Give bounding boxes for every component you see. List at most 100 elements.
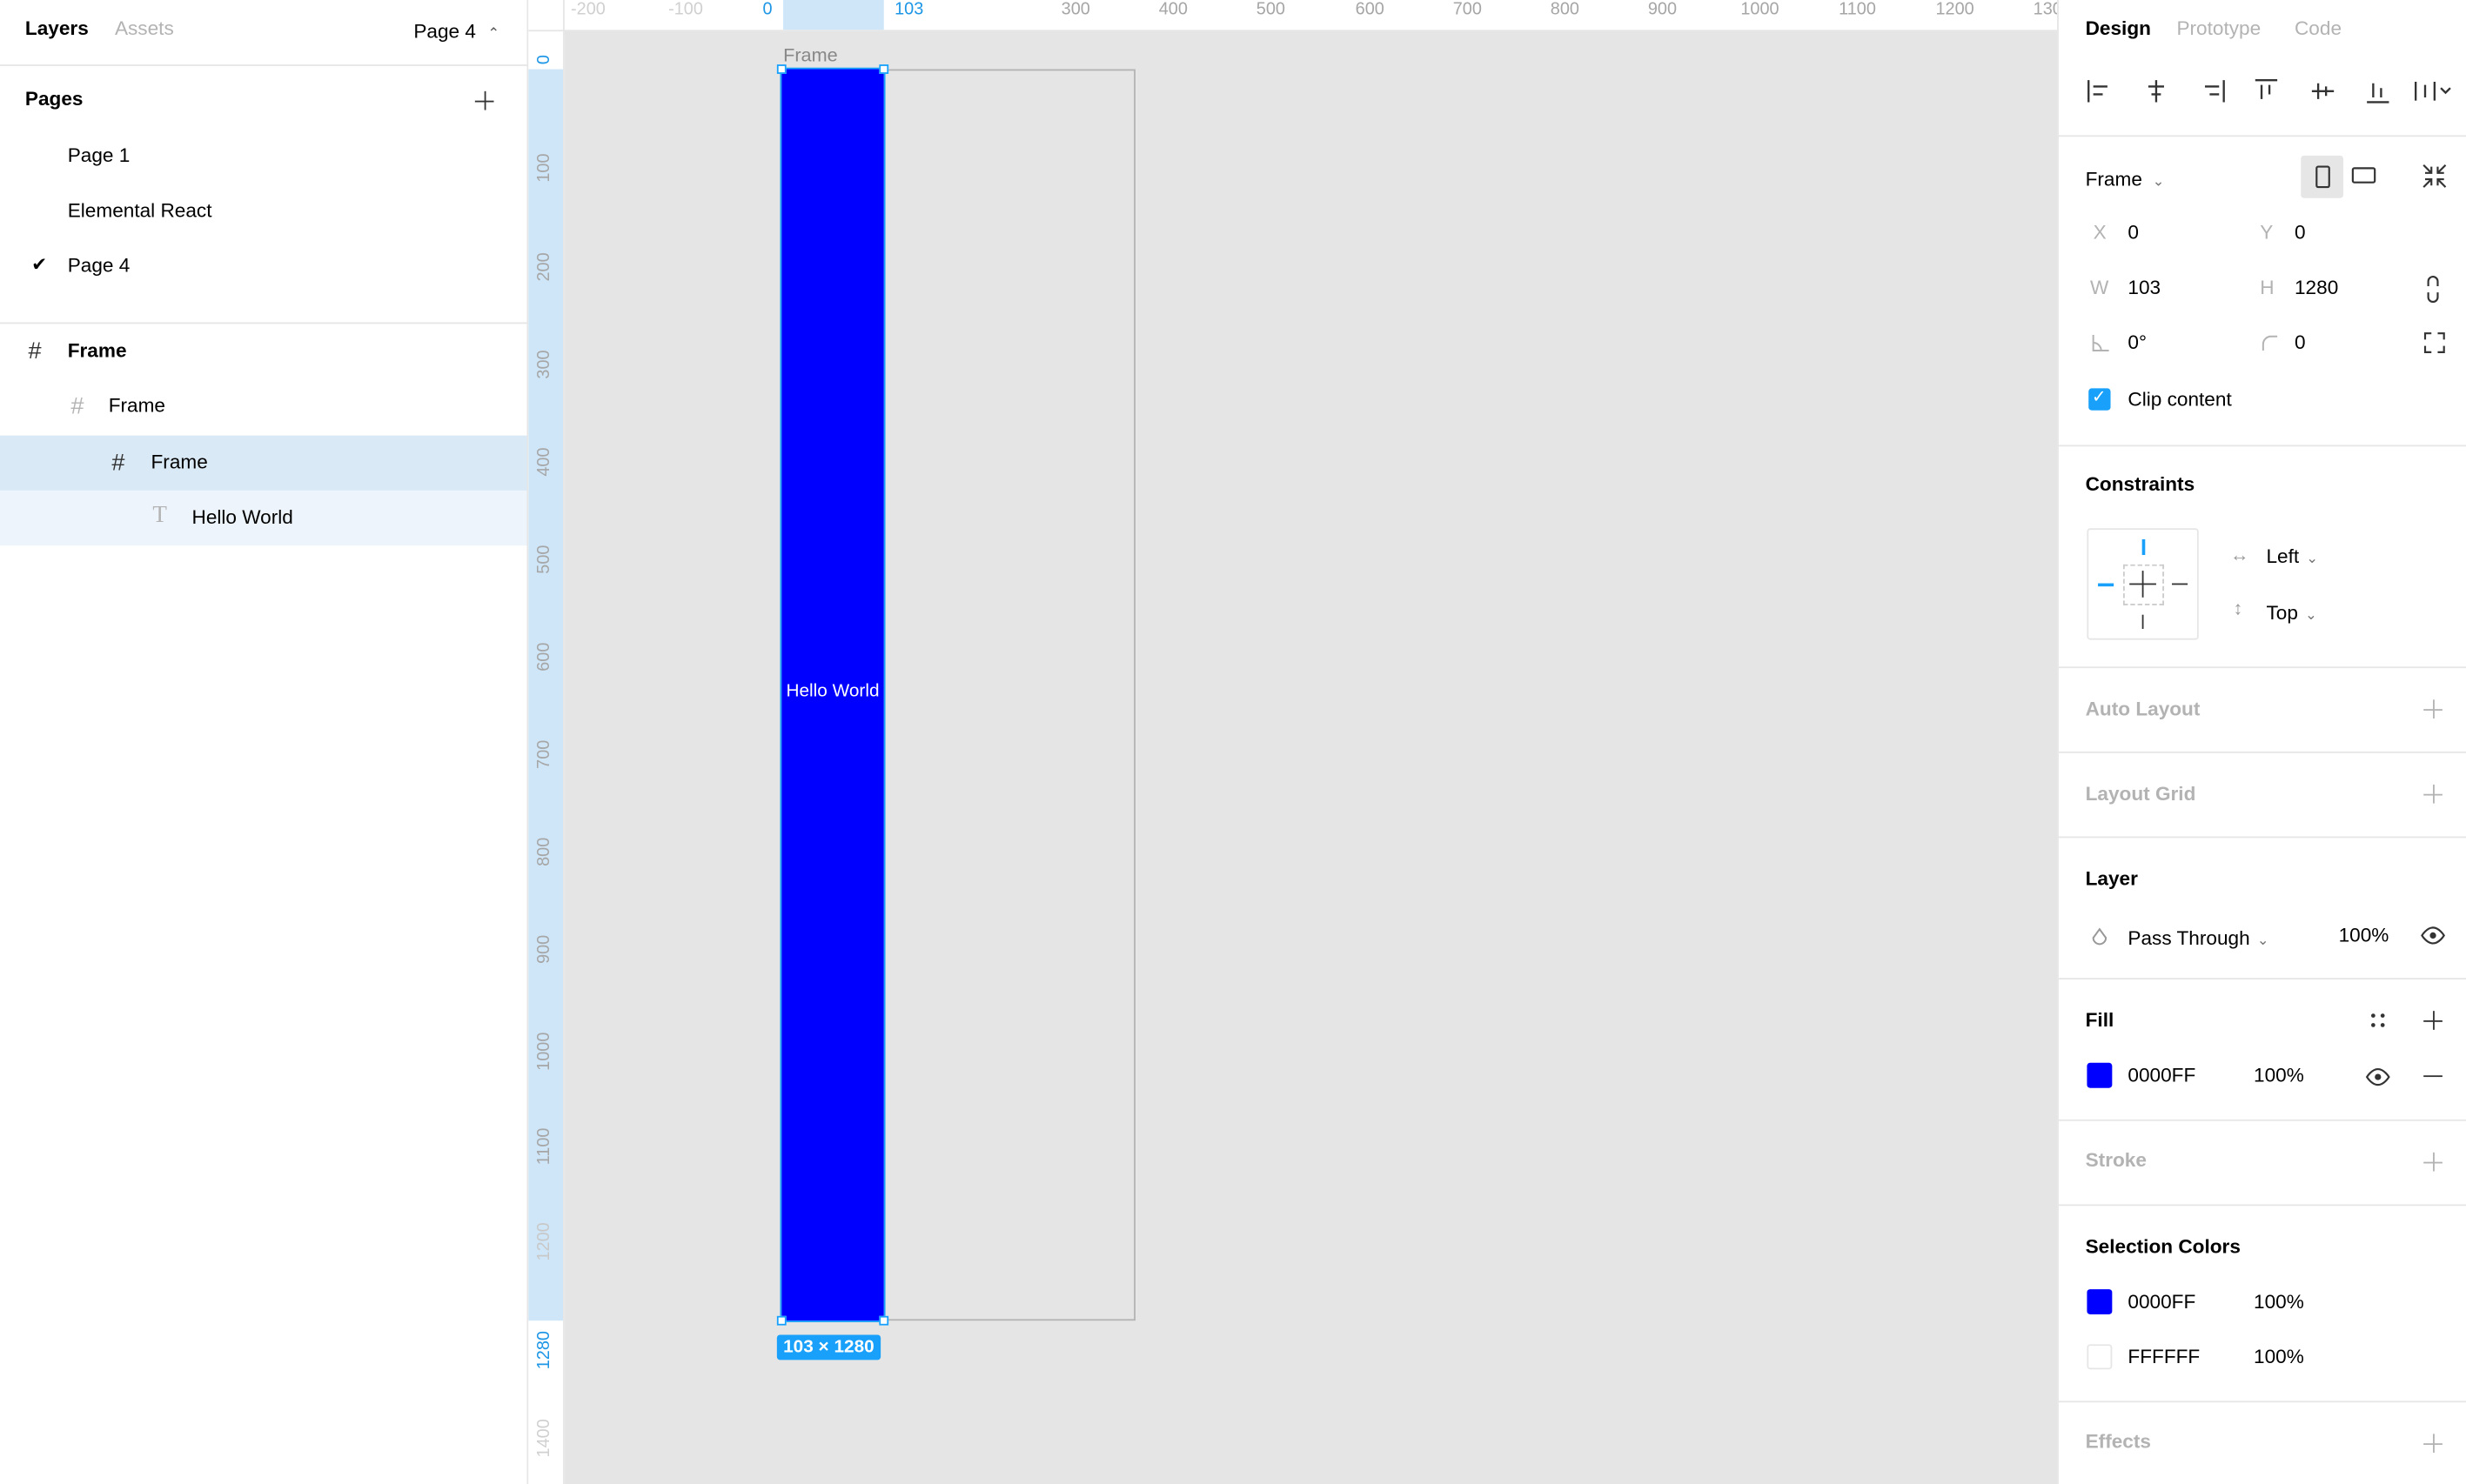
tab-design[interactable]: Design <box>2086 17 2151 39</box>
resize-handle[interactable] <box>879 64 889 74</box>
align-bottom-icon[interactable] <box>2365 78 2390 104</box>
ruler-tick: 0 <box>534 55 554 65</box>
tab-prototype[interactable]: Prototype <box>2176 17 2261 39</box>
constraint-left-handle[interactable] <box>2098 583 2114 587</box>
clip-content-checkbox[interactable]: ✓ <box>2088 388 2111 411</box>
h-input[interactable]: 1280 <box>2295 277 2338 298</box>
selected-frame[interactable]: Hello World <box>780 67 886 1323</box>
layer-row[interactable]: T Hello World <box>0 490 527 546</box>
canvas[interactable]: Frame Hello World 103 × 1280 <box>564 31 2058 1484</box>
fill-opacity-input[interactable]: 100% <box>2254 1065 2304 1086</box>
independent-corners-icon[interactable] <box>2423 331 2445 353</box>
layer-label: Frame <box>151 451 208 474</box>
constraint-bottom-handle[interactable] <box>2141 614 2144 629</box>
page-item[interactable]: Elemental React <box>0 193 526 234</box>
layout-grid-title: Layout Grid <box>2085 783 2196 806</box>
page-selector[interactable]: Page 4 ⌃ <box>413 17 499 46</box>
selection-color-hex[interactable]: FFFFFF <box>2128 1346 2200 1367</box>
resize-handle[interactable] <box>776 1315 787 1326</box>
tab-assets[interactable]: Assets <box>115 17 174 39</box>
rotation-input[interactable]: 0° <box>2128 331 2147 353</box>
tab-layers[interactable]: Layers <box>25 17 89 39</box>
add-effect-icon[interactable] <box>2423 1434 2443 1454</box>
add-fill-icon[interactable] <box>2423 1011 2443 1030</box>
layer-opacity-input[interactable]: 100% <box>2339 925 2389 946</box>
resize-handle[interactable] <box>776 64 787 74</box>
fill-color-swatch[interactable] <box>2087 1062 2113 1088</box>
layer-title: Layer <box>2085 867 2138 890</box>
ruler-tick: 1100 <box>1839 0 1876 19</box>
constraint-vertical-dropdown[interactable]: Top ⌄ <box>2266 599 2316 628</box>
ruler-tick: 1400 <box>534 1419 554 1458</box>
ruler-tick: 300 <box>534 350 554 379</box>
divider <box>2058 135 2466 137</box>
frame-type-dropdown[interactable]: Frame ⌄ <box>2086 165 2165 194</box>
layer-row[interactable]: # Frame <box>0 324 526 378</box>
add-layout-grid-icon[interactable] <box>2423 784 2443 804</box>
ruler-tick: 900 <box>1647 0 1678 19</box>
frame-label[interactable]: Frame <box>783 44 838 66</box>
resize-to-fit-icon[interactable] <box>2421 162 2449 191</box>
design-panel: Design Prototype Code Frame ⌄ X 0 Y 0 W … <box>2057 0 2466 1484</box>
selection-color-opacity[interactable]: 100% <box>2254 1346 2304 1367</box>
align-top-icon[interactable] <box>2254 78 2279 104</box>
constraint-horizontal-label: Left <box>2266 545 2300 568</box>
ruler-tick: 800 <box>1550 0 1579 19</box>
y-input[interactable]: 0 <box>2295 222 2306 244</box>
align-left-icon[interactable] <box>2087 78 2112 104</box>
constraint-right-handle[interactable] <box>2172 583 2188 585</box>
eye-icon[interactable] <box>2421 926 2446 946</box>
landscape-icon[interactable] <box>2351 167 2376 186</box>
portrait-button[interactable] <box>2301 155 2344 198</box>
selection-color-opacity[interactable]: 100% <box>2254 1291 2304 1313</box>
style-grid-icon[interactable] <box>2369 1011 2388 1030</box>
ruler-tick: 700 <box>1452 0 1482 19</box>
remove-fill-icon[interactable] <box>2423 1075 2443 1078</box>
selection-color-hex[interactable]: 0000FF <box>2128 1291 2195 1313</box>
constraint-top-handle[interactable] <box>2141 538 2146 556</box>
corner-radius-input[interactable]: 0 <box>2295 331 2306 353</box>
tab-code[interactable]: Code <box>2295 17 2342 39</box>
layer-label: Frame <box>67 339 127 362</box>
ruler-tick: 130 <box>2033 0 2057 19</box>
add-auto-layout-icon[interactable] <box>2423 699 2443 719</box>
add-stroke-icon[interactable] <box>2423 1152 2443 1172</box>
chevron-down-icon: ⌄ <box>2256 932 2269 948</box>
chevron-down-icon: ⌄ <box>2152 172 2165 189</box>
selection-color-swatch[interactable] <box>2087 1344 2113 1370</box>
divider <box>2058 836 2466 839</box>
blend-mode-label: Pass Through <box>2128 927 2250 950</box>
constrain-proportions-icon[interactable] <box>2423 275 2443 304</box>
ruler-tick: 300 <box>1061 0 1090 19</box>
x-input[interactable]: 0 <box>2128 222 2139 244</box>
divider <box>2058 1400 2466 1403</box>
align-horizontal-center-icon[interactable] <box>2143 78 2168 104</box>
w-input[interactable]: 103 <box>2128 277 2161 298</box>
blend-mode-icon <box>2092 927 2107 946</box>
eye-icon[interactable] <box>2365 1067 2390 1086</box>
fill-hex-input[interactable]: 0000FF <box>2128 1065 2195 1086</box>
frame-icon: # <box>28 338 42 365</box>
page-item[interactable]: ✔ Page 4 <box>0 249 526 290</box>
ruler-tick: 1200 <box>534 1222 554 1261</box>
hello-world-text[interactable]: Hello World <box>781 682 883 701</box>
layer-row[interactable]: # Frame <box>0 379 526 434</box>
layer-row-selected[interactable]: # Frame <box>0 435 527 491</box>
constraint-center-horizontal[interactable] <box>2129 583 2156 585</box>
distribute-icon[interactable] <box>2414 78 2455 104</box>
page-selector-label: Page 4 <box>413 20 476 43</box>
resize-handle[interactable] <box>879 1315 889 1326</box>
constraint-horizontal-dropdown[interactable]: Left ⌄ <box>2266 543 2317 572</box>
ruler-tick: 103 <box>895 0 924 19</box>
portrait-icon <box>2315 165 2330 189</box>
constraints-widget[interactable] <box>2087 528 2199 640</box>
blend-mode-dropdown[interactable]: Pass Through ⌄ <box>2128 925 2268 953</box>
add-page-icon[interactable] <box>474 90 494 110</box>
align-right-icon[interactable] <box>2201 78 2226 104</box>
page-item[interactable]: Page 1 <box>0 138 526 179</box>
ruler-tick: 500 <box>534 545 554 574</box>
align-vertical-center-icon[interactable] <box>2310 78 2335 104</box>
effects-title: Effects <box>2085 1430 2151 1454</box>
selection-color-swatch[interactable] <box>2087 1289 2113 1314</box>
clip-content-label: Clip content <box>2128 388 2232 411</box>
